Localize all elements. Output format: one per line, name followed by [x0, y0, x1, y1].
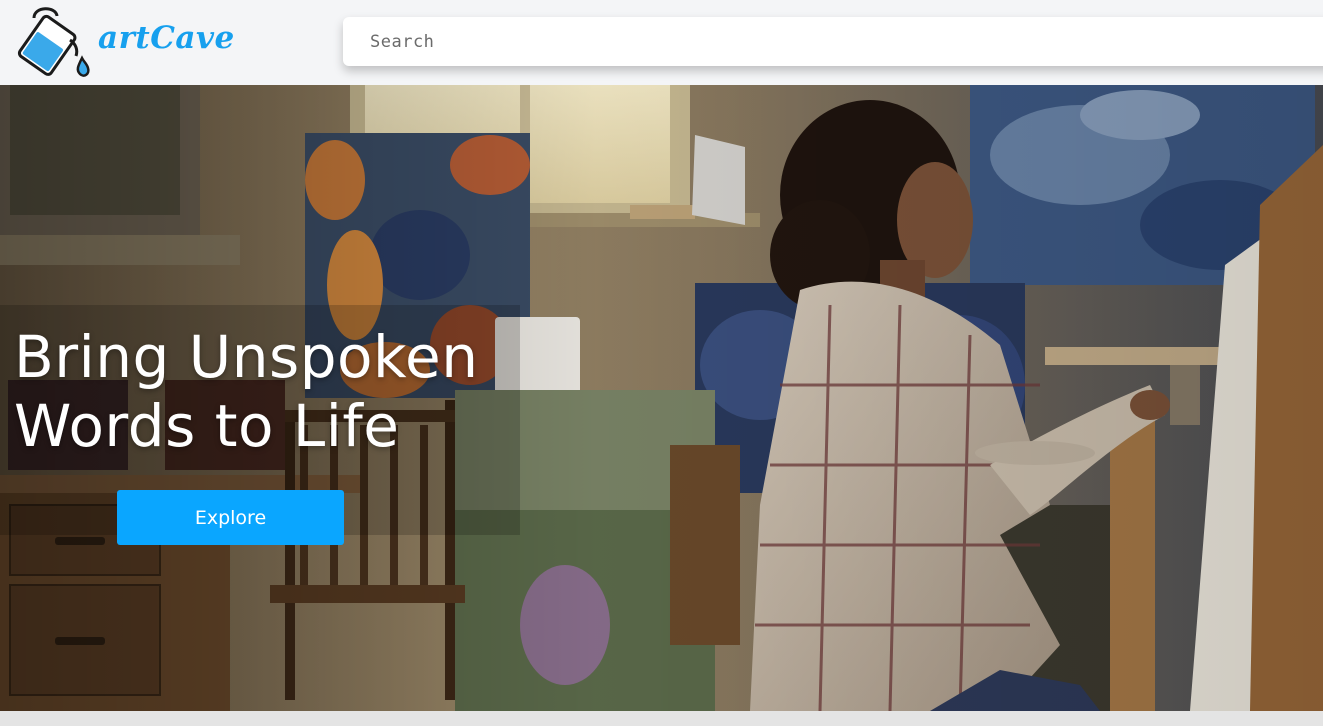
page-bottom-strip — [0, 711, 1323, 726]
hero-title: Bring Unspoken Words to Life — [14, 323, 479, 460]
search-input[interactable] — [343, 17, 1313, 66]
brand-logo[interactable]: artCave — [10, 2, 250, 82]
paint-bucket-icon — [17, 7, 90, 77]
hero-banner: Bring Unspoken Words to Life Explore — [0, 85, 1323, 711]
top-bar: artCave — [0, 0, 1323, 85]
search-bar — [343, 17, 1323, 66]
brand-name: artCave — [98, 20, 235, 56]
explore-button[interactable]: Explore — [117, 490, 344, 545]
